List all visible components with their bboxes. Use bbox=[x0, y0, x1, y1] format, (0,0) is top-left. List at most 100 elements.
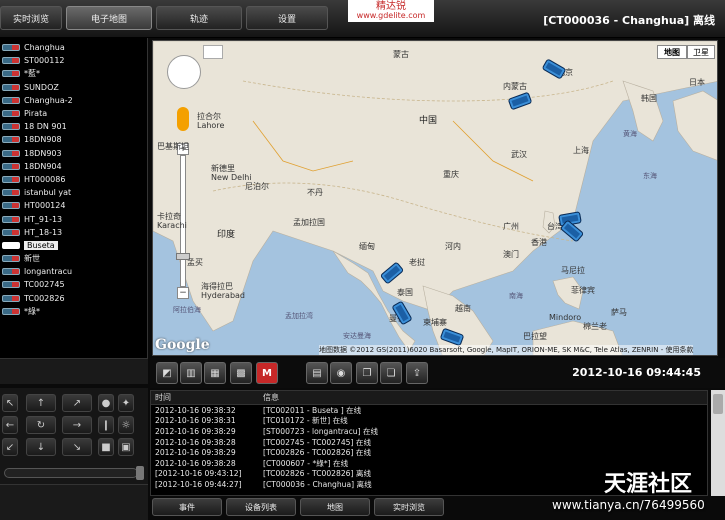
vehicle-list-item[interactable]: Buseta bbox=[0, 239, 146, 252]
map-view[interactable]: 地图 卫星 + − 中国 印度 巴基斯坦 缅甸 老挝 泰国 越南 柬埔寨 孟加拉… bbox=[152, 40, 718, 356]
event-log-scrollbar[interactable] bbox=[711, 390, 725, 496]
vehicle-list-item[interactable]: ST000112 bbox=[0, 54, 146, 67]
overview-toggle[interactable] bbox=[203, 45, 223, 59]
zoom-in-icon[interactable]: ● bbox=[98, 394, 114, 412]
vehicle-list-item[interactable]: 18DN904 bbox=[0, 160, 146, 173]
tab-live-view[interactable]: 实时浏览 bbox=[0, 6, 62, 30]
label-hongkong: 香港 bbox=[531, 238, 547, 247]
event-time: [2012-10-16 09:44:27] bbox=[155, 479, 242, 489]
vehicle-status-icon bbox=[2, 255, 20, 263]
pan-up-left-button[interactable]: ↖ bbox=[2, 394, 18, 412]
zoom-out-button[interactable]: − bbox=[177, 287, 189, 299]
tab-map[interactable]: 地图 bbox=[300, 498, 370, 516]
vehicle-list-item[interactable]: *藍* bbox=[0, 67, 146, 80]
label-nepal: 尼泊尔 bbox=[245, 182, 269, 191]
vehicle-list-item[interactable]: 18DN903 bbox=[0, 147, 146, 160]
vehicle-list-item[interactable]: HT000086 bbox=[0, 173, 146, 186]
pan-up-button[interactable]: ↑ bbox=[26, 394, 56, 412]
horizontal-scrollbar[interactable] bbox=[0, 358, 148, 384]
event-log-row[interactable]: 2012-10-16 09:38:29 [TC002826 - TC002826]… bbox=[151, 447, 707, 458]
event-log-row[interactable]: 2012-10-16 09:38:32 [TC002011 - Buseta ] … bbox=[151, 405, 707, 416]
pan-down-button[interactable]: ↓ bbox=[26, 438, 56, 456]
vehicle-list-item[interactable]: Changhua bbox=[0, 41, 146, 54]
tab-events[interactable]: 事件 bbox=[152, 498, 222, 516]
export-icon[interactable]: ⇪ bbox=[406, 362, 428, 384]
column-time[interactable]: 时间 bbox=[151, 392, 263, 403]
label-shanghai: 上海 bbox=[573, 146, 589, 155]
vehicle-status-icon bbox=[2, 57, 20, 65]
event-time: 2012-10-16 09:38:29 bbox=[155, 448, 236, 458]
speed-slider[interactable] bbox=[4, 468, 138, 478]
pan-down-left-button[interactable]: ↙ bbox=[2, 438, 18, 456]
split-view-icon[interactable]: ▥ bbox=[180, 362, 202, 384]
vehicle-list-item[interactable]: TC002826 bbox=[0, 292, 146, 305]
map-toolbar: ◩ ▥ ▦ ▩ M ▤ ◉ ❐ ❏ ⇪ 2012-10-16 09:44:45 bbox=[150, 358, 725, 388]
vehicle-list-item[interactable]: HT_18-13 bbox=[0, 226, 146, 239]
street-view-pegman-icon[interactable] bbox=[177, 107, 189, 131]
vehicle-list-item[interactable]: HT_91-13 bbox=[0, 212, 146, 225]
vehicle-status-icon bbox=[2, 202, 20, 210]
iris-icon[interactable]: ❙ bbox=[98, 416, 114, 434]
tab-device-list[interactable]: 设备列表 bbox=[226, 498, 296, 516]
preset-icon[interactable]: ■ bbox=[98, 438, 114, 456]
light-icon[interactable]: ▣ bbox=[118, 438, 134, 456]
scrollbar-thumb[interactable] bbox=[713, 394, 723, 414]
tab-track[interactable]: 轨迹 bbox=[156, 6, 242, 30]
vehicle-list-item[interactable]: Changhua-2 bbox=[0, 94, 146, 107]
map-type-map-button[interactable]: 地图 bbox=[657, 45, 687, 59]
vehicle-status-icon bbox=[2, 307, 20, 315]
vehicle-list-item[interactable]: HT000124 bbox=[0, 199, 146, 212]
tab-settings[interactable]: 设置 bbox=[246, 6, 328, 30]
label-cambodia: 柬埔寨 bbox=[423, 318, 447, 327]
auto-rotate-button[interactable]: ↻ bbox=[26, 416, 56, 434]
grid-9-icon[interactable]: ▩ bbox=[230, 362, 252, 384]
vehicle-list-item[interactable]: SUNDOZ bbox=[0, 81, 146, 94]
vehicle-list-item[interactable]: *綠* bbox=[0, 305, 146, 318]
vehicle-status-icon bbox=[2, 228, 20, 236]
vehicle-name: istanbul yat bbox=[24, 188, 72, 198]
vehicle-list-item[interactable]: 新世 bbox=[0, 252, 146, 265]
vehicle-status-icon bbox=[2, 268, 20, 276]
pan-up-right-button[interactable]: ↗ bbox=[62, 394, 92, 412]
vehicle-list-item[interactable]: TC002745 bbox=[0, 278, 146, 291]
vehicle-name: TC002745 bbox=[24, 280, 65, 290]
label-mindanao: 棉兰老 bbox=[583, 322, 607, 331]
vehicle-list-item[interactable]: istanbul yat bbox=[0, 186, 146, 199]
label-laos: 老挝 bbox=[409, 258, 425, 267]
map-type-satellite-button[interactable]: 卫星 bbox=[687, 45, 715, 59]
focus-near-icon[interactable]: ✦ bbox=[118, 394, 134, 412]
vehicle-list-item[interactable]: longantracu bbox=[0, 265, 146, 278]
event-message: [TC002745 - TC002745] 在线 bbox=[263, 437, 372, 447]
event-message: [TC002826 - TC002826] 在线 bbox=[263, 448, 372, 458]
grid-4-icon[interactable]: ▦ bbox=[204, 362, 226, 384]
pan-left-button[interactable]: ← bbox=[2, 416, 18, 434]
pan-right-button[interactable]: → bbox=[62, 416, 92, 434]
book-icon[interactable]: ❐ bbox=[356, 362, 378, 384]
vehicle-list-item[interactable]: 18 DN 901 bbox=[0, 120, 146, 133]
pan-control[interactable] bbox=[167, 55, 201, 89]
vehicle-list-item[interactable]: 18DN908 bbox=[0, 133, 146, 146]
marker-icon[interactable]: M bbox=[256, 362, 278, 384]
column-info[interactable]: 信息 bbox=[263, 392, 279, 403]
vehicle-status-icon bbox=[2, 70, 20, 78]
tab-electronic-map[interactable]: 电子地图 bbox=[66, 6, 152, 30]
vehicle-name: *藍* bbox=[24, 69, 40, 79]
event-log-row[interactable]: 2012-10-16 09:38:28 [TC002745 - TC002745]… bbox=[151, 437, 707, 448]
brightness-icon[interactable]: ☼ bbox=[118, 416, 134, 434]
speed-slider-handle[interactable] bbox=[136, 466, 144, 480]
event-log-row[interactable]: 2012-10-16 09:38:31 [TC010172 - 新世] 在线 bbox=[151, 416, 707, 427]
event-log-row[interactable]: 2012-10-16 09:38:29 [ST000723 - longantra… bbox=[151, 426, 707, 437]
status-panel bbox=[0, 484, 148, 520]
camera-icon[interactable]: ◉ bbox=[330, 362, 352, 384]
tab-live-browse[interactable]: 实时浏览 bbox=[374, 498, 444, 516]
vehicle-list-item[interactable]: Pirata bbox=[0, 107, 146, 120]
folder-icon[interactable]: ▤ bbox=[306, 362, 328, 384]
label-samar: 萨马 bbox=[611, 308, 627, 317]
label-arabian-sea: 阿拉伯海 bbox=[173, 306, 201, 314]
event-time: 2012-10-16 09:38:28 bbox=[155, 458, 236, 468]
label-philippines: 菲律宾 bbox=[571, 286, 595, 295]
pan-down-right-button[interactable]: ↘ bbox=[62, 438, 92, 456]
vehicle-name: Buseta bbox=[24, 240, 58, 250]
select-area-icon[interactable]: ◩ bbox=[156, 362, 178, 384]
book-alt-icon[interactable]: ❏ bbox=[380, 362, 402, 384]
